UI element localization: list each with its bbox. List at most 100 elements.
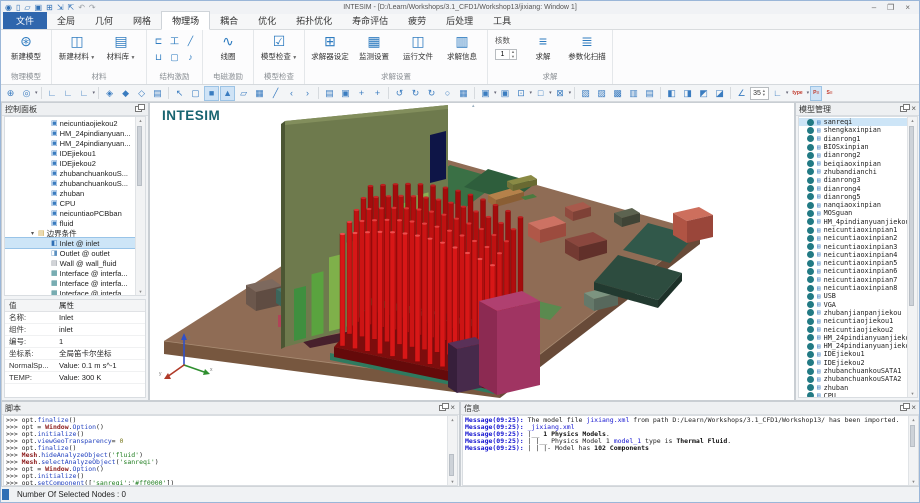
redo-icon[interactable]: ↷: [89, 3, 96, 13]
polyline-icon[interactable]: ∟: [770, 86, 785, 101]
close-button[interactable]: ×: [905, 3, 910, 12]
harmonic-load-icon[interactable]: ♪: [183, 50, 198, 65]
model-tree-item[interactable]: ▤sanreqi: [799, 118, 908, 126]
explode-view-2-icon[interactable]: ◨: [680, 86, 695, 101]
scroll-thumb[interactable]: [137, 126, 142, 186]
model-tree-item[interactable]: ▤zhubanchuankouSATA1: [799, 367, 908, 375]
tree-item[interactable]: ▣CPU: [5, 198, 136, 208]
close-panel-icon[interactable]: ×: [910, 105, 917, 113]
property-row[interactable]: NormalSp...Value: 0.1 m s^-1: [5, 360, 145, 372]
explode-view-3-icon[interactable]: ◩: [696, 86, 711, 101]
collapse-toolbar-icon[interactable]: ▴: [472, 103, 475, 109]
component-view-4-icon[interactable]: ▥: [626, 86, 641, 101]
rotate-right-icon[interactable]: ↻: [408, 86, 423, 101]
model-check-button[interactable]: ☑模型检查 ▼: [258, 31, 300, 62]
tree-item[interactable]: ▣IDEjiekou2: [5, 158, 136, 168]
core-count-input[interactable]: 1▲▼: [495, 49, 517, 60]
view-right-icon[interactable]: ∟: [77, 86, 92, 101]
tree-item[interactable]: ▣zhubanchuankouS...: [5, 168, 136, 178]
model-tree-item[interactable]: ▤zhubandianchi: [799, 168, 908, 176]
tree-item[interactable]: ▾▤边界条件: [5, 228, 136, 238]
float-panel-icon[interactable]: [900, 106, 907, 112]
property-row[interactable]: 编号:1: [5, 336, 145, 348]
model-tree-item[interactable]: ▤dianrong3: [799, 176, 908, 184]
export-icon[interactable]: ⇱: [68, 3, 75, 13]
scroll-down-icon[interactable]: ▼: [911, 390, 915, 397]
type-filter-icon[interactable]: type: [789, 86, 805, 101]
rotate-free-icon[interactable]: ↻: [424, 86, 439, 101]
model-tree-item[interactable]: ▤MOSguan: [799, 209, 908, 217]
tab-postprocess[interactable]: 后处理: [436, 12, 483, 29]
undo-icon[interactable]: ↶: [78, 3, 85, 13]
tree-scrollbar[interactable]: ▲ ▼: [135, 117, 145, 295]
model-tree-item[interactable]: ▤neicuntiaoxinpian8: [799, 284, 908, 292]
viewport-3d[interactable]: INTESIM ▴: [149, 102, 795, 401]
measure-angle-icon[interactable]: ∠: [734, 86, 749, 101]
line-load-icon[interactable]: ╱: [183, 34, 198, 49]
select-plane-icon[interactable]: ▱: [236, 86, 251, 101]
dropdown-caret-icon[interactable]: ▾: [549, 90, 552, 96]
scroll-up-icon[interactable]: ▲: [912, 416, 914, 423]
model-tree-item[interactable]: ▤VGA: [799, 301, 908, 309]
model-tree-item[interactable]: ▤neicuntiaoxinpian4: [799, 251, 908, 259]
tree-item[interactable]: ▣IDEjiekou1: [5, 148, 136, 158]
model-tree-item[interactable]: ▤neicuntiaoxinpian6: [799, 267, 908, 275]
monitor-settings-button[interactable]: ▦监测设置: [353, 31, 395, 61]
scene-3d[interactable]: z x y: [150, 103, 794, 400]
model-tree-item[interactable]: ▤HM_24pindianyuanjiekou2: [799, 342, 908, 350]
model-tree-item[interactable]: ▤neicuntiaoxinpian3: [799, 242, 908, 250]
model-tree-item[interactable]: ▤dianrong4: [799, 184, 908, 192]
rotate-left-icon[interactable]: ↺: [392, 86, 407, 101]
iso-view-icon[interactable]: ◈: [102, 86, 117, 101]
spinner-arrows-icon[interactable]: ▲▼: [509, 50, 516, 59]
component-view-5-icon[interactable]: ▤: [642, 86, 657, 101]
select-empty-icon[interactable]: □: [533, 86, 548, 101]
select-solid-icon[interactable]: ■: [204, 86, 219, 101]
tree-item[interactable]: ▣zhuban: [5, 188, 136, 198]
property-row[interactable]: TEMP:Value: 300 K: [5, 372, 145, 384]
new-material-button[interactable]: ◫新建材料 ▼: [56, 31, 98, 62]
property-row[interactable]: 名称:Inlet: [5, 312, 145, 324]
spinner-arrows-icon[interactable]: ▲▼: [762, 89, 766, 98]
model-tree-item[interactable]: ▤neicuntiaoxinpian5: [799, 259, 908, 267]
grid-table-icon[interactable]: ▦: [456, 86, 471, 101]
tab-file[interactable]: 文件: [3, 12, 47, 29]
float-panel-icon[interactable]: [900, 405, 907, 411]
model-tree-item[interactable]: ▤dianrong2: [799, 151, 908, 159]
scroll-down-icon[interactable]: ▼: [912, 478, 914, 485]
tab-physics[interactable]: 物理场: [161, 11, 210, 30]
tab-geometry[interactable]: 几何: [85, 12, 123, 29]
component-view-2-icon[interactable]: ▨: [594, 86, 609, 101]
model-tree-item[interactable]: ▤neicuntiaoxinpian1: [799, 226, 908, 234]
solve-button[interactable]: ≡求解: [522, 31, 564, 61]
tab-mesh[interactable]: 网格: [123, 12, 161, 29]
hidden-line-view-icon[interactable]: ◇: [134, 86, 149, 101]
tree-item[interactable]: ▦Interface @ interfa...: [5, 288, 136, 296]
support-load-icon[interactable]: ⊔: [151, 50, 166, 65]
select-nodes-icon[interactable]: ↖: [172, 86, 187, 101]
script-console[interactable]: >>> opt.finalize()>>> opt = Window.Optio…: [3, 415, 458, 486]
select-angle-right-icon[interactable]: ›: [300, 86, 315, 101]
console-scrollbar[interactable]: ▲ ▼: [447, 416, 457, 485]
set-list-icon[interactable]: S≡: [823, 86, 835, 101]
minimize-button[interactable]: –: [872, 3, 876, 12]
capture-view-icon[interactable]: ▤: [150, 86, 165, 101]
log-scrollbar[interactable]: ▲ ▼: [908, 416, 918, 485]
select-volume-icon[interactable]: ▲: [220, 86, 235, 101]
solve-info-button[interactable]: ▥求解信息: [441, 31, 483, 61]
model-tree-item[interactable]: ▤neicuntiaojiekou1: [799, 317, 908, 325]
pressure-load-icon[interactable]: ⊏: [151, 34, 166, 49]
select-angle-left-icon[interactable]: ‹: [284, 86, 299, 101]
print-icon[interactable]: ▤: [322, 86, 337, 101]
tree-item[interactable]: ▦Interface @ interfa...: [5, 278, 136, 288]
select-multi-icon[interactable]: ⊡: [514, 86, 529, 101]
scroll-thumb[interactable]: [910, 425, 915, 447]
select-mesh-icon[interactable]: ▦: [252, 86, 267, 101]
tree-item[interactable]: ▣neicuntiaoPCBban: [5, 208, 136, 218]
scroll-down-icon[interactable]: ▼: [451, 478, 453, 485]
close-panel-icon[interactable]: ×: [449, 404, 456, 412]
angle-spinner[interactable]: 35▲▼: [750, 87, 769, 100]
model-tree-item[interactable]: ▤USB: [799, 292, 908, 300]
fit-view-icon[interactable]: ⊕: [3, 86, 18, 101]
origin-icon[interactable]: +: [354, 86, 369, 101]
